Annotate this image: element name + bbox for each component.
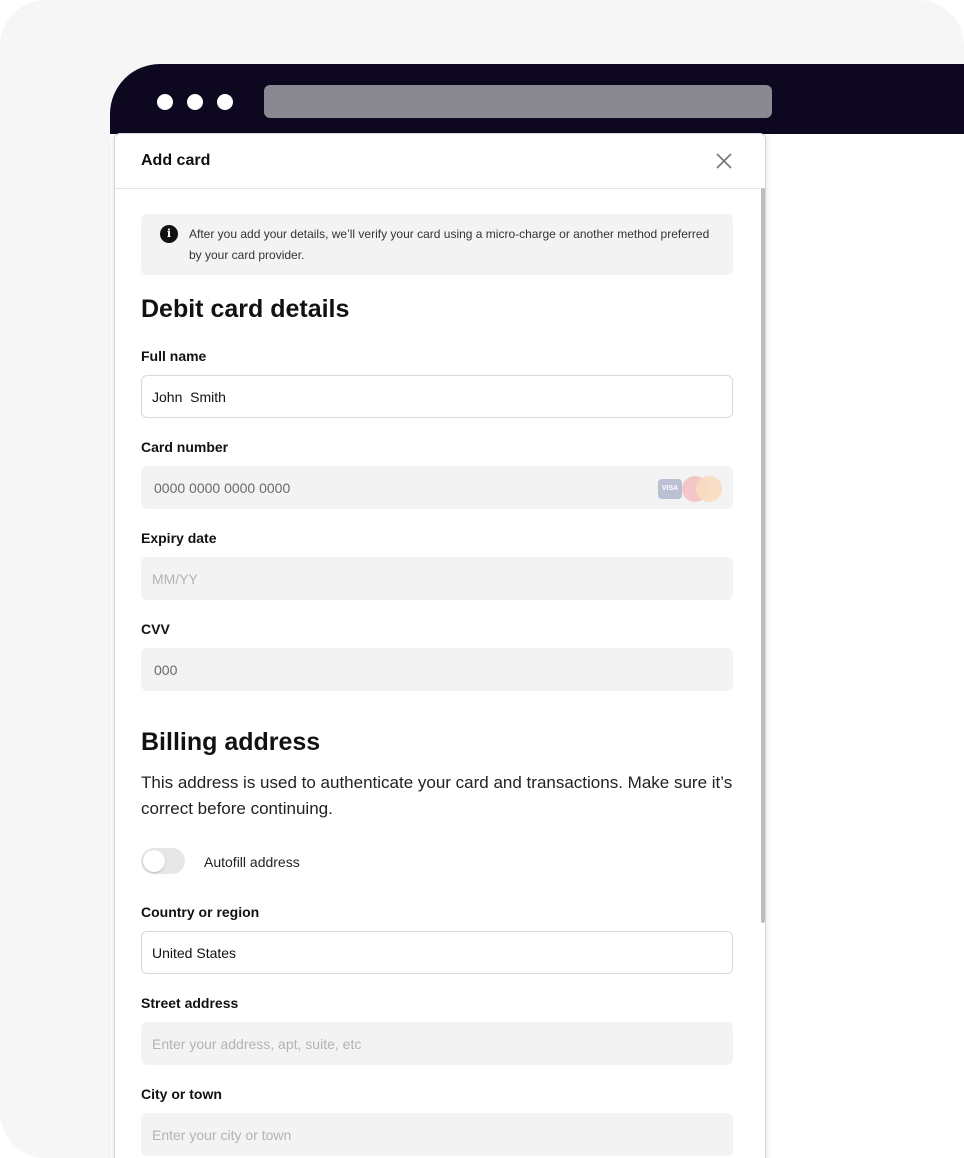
- card-brand-icons: VISA: [652, 476, 722, 502]
- full-name-field[interactable]: John Smith: [141, 375, 733, 418]
- cvv-placeholder: 000: [154, 662, 178, 678]
- info-text: After you add your details, we’ll verify…: [189, 227, 710, 262]
- modal-scrollbar[interactable]: [761, 188, 765, 923]
- expiry-placeholder: MM/YY: [152, 571, 198, 587]
- full-name-label: Full name: [141, 348, 207, 364]
- street-placeholder: Enter your address, apt, suite, etc: [152, 1036, 362, 1052]
- street-label: Street address: [141, 995, 239, 1011]
- info-banner: i After you add your details, we’ll veri…: [141, 214, 733, 275]
- toggle-knob: [143, 850, 165, 872]
- city-field[interactable]: Enter your city or town: [141, 1113, 733, 1156]
- billing-description: This address is used to authenticate you…: [141, 773, 733, 818]
- screen-background: Add card i After you add your details, w…: [0, 0, 964, 1158]
- country-value: United States: [152, 945, 237, 961]
- country-select[interactable]: United States: [141, 931, 733, 974]
- modal-title: Add card: [141, 152, 211, 169]
- modal-header: Add card: [115, 134, 765, 189]
- card-number-field[interactable]: 0000 0000 0000 0000 VISA: [141, 466, 733, 509]
- billing-title: Billing address: [141, 728, 321, 756]
- close-icon: [716, 153, 732, 169]
- expiry-field[interactable]: MM/YY: [141, 557, 733, 600]
- card-number-label: Card number: [141, 439, 229, 455]
- full-name-value: John Smith: [152, 389, 226, 405]
- autofill-toggle[interactable]: [141, 848, 185, 874]
- window-dot-1: [157, 94, 173, 110]
- expiry-label: Expiry date: [141, 530, 217, 546]
- browser-title-bar: [110, 64, 964, 134]
- debit-card-title: Debit card details: [141, 295, 350, 323]
- city-placeholder: Enter your city or town: [152, 1127, 292, 1143]
- cvv-label: CVV: [141, 621, 170, 637]
- cvv-field[interactable]: 000: [141, 648, 733, 691]
- card-number-placeholder: 0000 0000 0000 0000: [154, 480, 291, 496]
- info-icon: i: [160, 225, 178, 243]
- country-label: Country or region: [141, 904, 260, 920]
- window-dot-2: [187, 94, 203, 110]
- add-card-modal: Add card i After you add your details, w…: [114, 133, 766, 1158]
- mastercard-icon-overlap: [696, 476, 722, 502]
- autofill-label: Autofill address: [204, 854, 300, 870]
- visa-icon: VISA: [658, 479, 682, 499]
- address-bar[interactable]: [264, 85, 772, 118]
- window-dot-3: [217, 94, 233, 110]
- close-button[interactable]: [713, 150, 735, 172]
- city-label: City or town: [141, 1086, 222, 1102]
- street-field[interactable]: Enter your address, apt, suite, etc: [141, 1022, 733, 1065]
